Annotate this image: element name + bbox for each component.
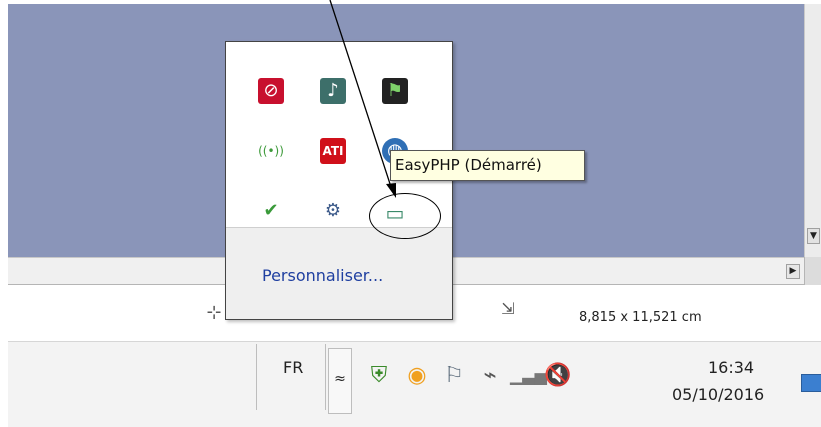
annotation-arrow: [329, 0, 396, 198]
